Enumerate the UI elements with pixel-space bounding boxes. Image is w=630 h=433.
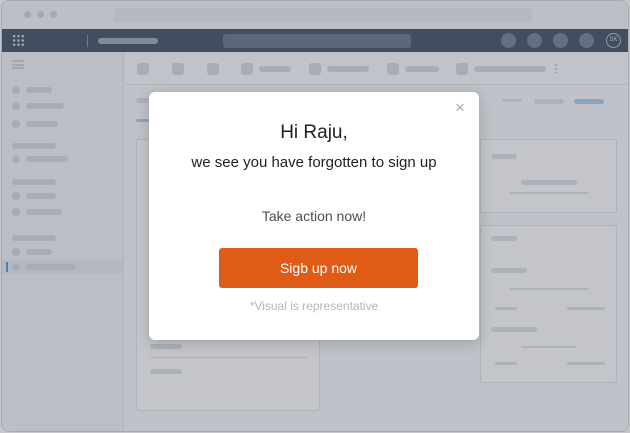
disclaimer-text: *Visual is representative [249, 299, 379, 313]
modal-greeting: Hi Raju, [280, 122, 348, 143]
modal-message: we see you have forgotten to sign up [191, 154, 437, 171]
signup-button[interactable]: Sigb up now [219, 248, 418, 288]
signup-reminder-modal: × Hi Raju, we see you have forgotten to … [149, 92, 479, 340]
close-icon[interactable]: × [453, 99, 467, 116]
call-to-action-text: Take action now! [261, 208, 367, 224]
